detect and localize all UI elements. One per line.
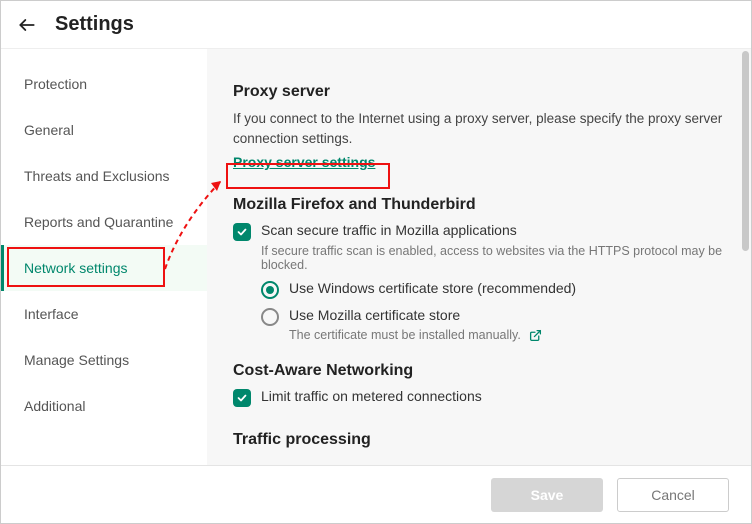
sidebar-item-threats[interactable]: Threats and Exclusions	[1, 153, 207, 199]
cost-section-title: Cost-Aware Networking	[233, 362, 725, 380]
proxy-section-title: Proxy server	[233, 83, 725, 101]
proxy-section-desc: If you connect to the Internet using a p…	[233, 109, 725, 148]
sidebar-item-network[interactable]: Network settings	[1, 245, 207, 291]
sidebar-item-additional[interactable]: Additional	[1, 383, 207, 429]
sidebar-item-interface[interactable]: Interface	[1, 291, 207, 337]
scan-secure-checkbox[interactable]	[233, 223, 251, 241]
back-arrow-icon[interactable]	[17, 15, 37, 35]
radio-windows-store[interactable]	[261, 281, 279, 299]
sidebar: Protection General Threats and Exclusion…	[1, 49, 207, 465]
sidebar-item-manage[interactable]: Manage Settings	[1, 337, 207, 383]
sidebar-item-general[interactable]: General	[1, 107, 207, 153]
save-button[interactable]: Save	[491, 478, 603, 512]
external-link-icon[interactable]	[529, 329, 542, 342]
cancel-button[interactable]: Cancel	[617, 478, 729, 512]
content-area: Proxy server If you connect to the Inter…	[207, 49, 751, 465]
proxy-settings-link[interactable]: Proxy server settings	[233, 154, 375, 170]
limit-traffic-label: Limit traffic on metered connections	[261, 388, 482, 404]
scrollbar[interactable]	[742, 51, 749, 251]
sidebar-item-protection[interactable]: Protection	[1, 61, 207, 107]
limit-traffic-checkbox[interactable]	[233, 389, 251, 407]
radio-windows-label: Use Windows certificate store (recommend…	[289, 280, 576, 296]
radio-mozilla-store[interactable]	[261, 308, 279, 326]
footer: Save Cancel	[1, 465, 751, 523]
sidebar-item-reports[interactable]: Reports and Quarantine	[1, 199, 207, 245]
mozilla-section-title: Mozilla Firefox and Thunderbird	[233, 196, 725, 214]
traffic-section-title: Traffic processing	[233, 431, 725, 449]
radio-mozilla-hint: The certificate must be installed manual…	[289, 328, 521, 342]
scan-secure-label: Scan secure traffic in Mozilla applicati…	[261, 222, 517, 238]
scan-secure-hint: If secure traffic scan is enabled, acces…	[261, 244, 725, 272]
radio-mozilla-label: Use Mozilla certificate store	[289, 307, 460, 323]
page-title: Settings	[55, 13, 134, 36]
